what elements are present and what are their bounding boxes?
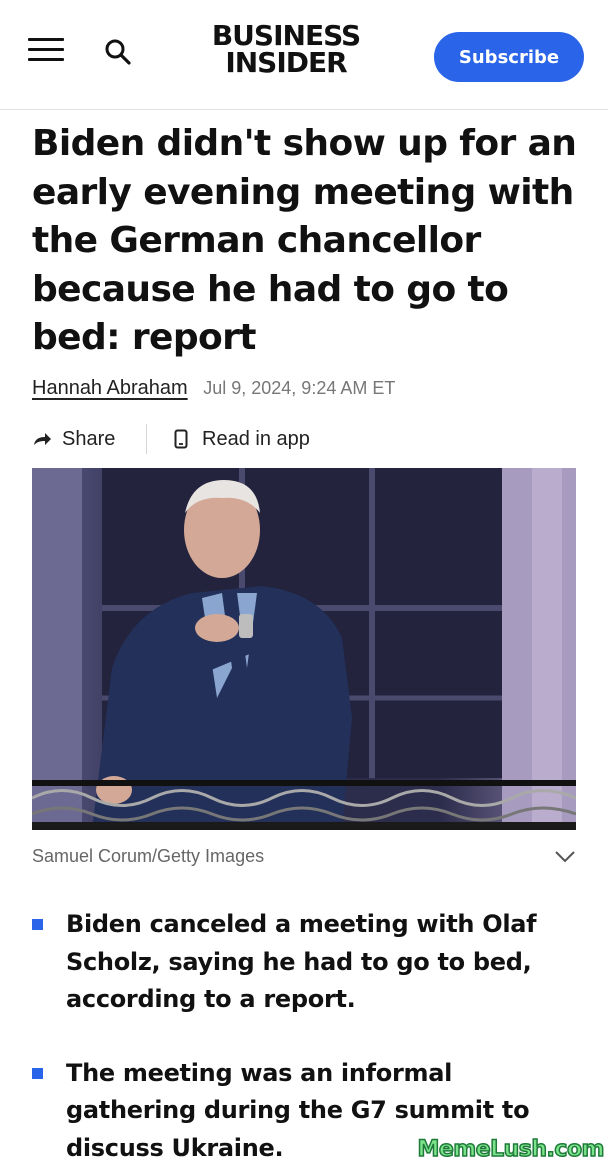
author-link[interactable]: Hannah Abraham [32, 377, 188, 399]
share-row: Share Read in app [32, 424, 580, 454]
logo-line-2: INSIDER [225, 46, 347, 79]
menu-icon[interactable] [28, 38, 64, 62]
search-icon[interactable] [104, 38, 132, 66]
bullet-square-icon [32, 919, 43, 930]
byline: Hannah Abraham Jul 9, 2024, 9:24 AM ET [32, 377, 580, 403]
photo-credit: Samuel Corum/Getty Images [32, 846, 265, 866]
bullet-square-icon [32, 1067, 43, 1079]
key-points-list: Biden canceled a meeting with Olaf Schol… [32, 906, 580, 1167]
site-header: BUSINESS INSIDER Subscribe [0, 0, 608, 110]
photo-credit-row: Samuel Corum/Getty Images [32, 846, 576, 874]
logo-line-1: BUSINESS [211, 19, 361, 52]
key-point-text: Biden canceled a meeting with Olaf Schol… [66, 910, 537, 1013]
watermark: MemeLush.com [417, 1136, 606, 1163]
article-photo[interactable] [32, 468, 576, 830]
chevron-down-icon[interactable] [554, 850, 576, 864]
article-headline: Biden didn't show up for an early evenin… [32, 123, 577, 358]
share-label: Share [62, 427, 116, 450]
read-in-app-button[interactable]: Read in app [174, 424, 310, 454]
key-point: Biden canceled a meeting with Olaf Schol… [32, 906, 580, 1019]
read-in-app-label: Read in app [202, 427, 310, 450]
site-logo[interactable]: BUSINESS INSIDER [196, 19, 376, 79]
phone-icon [174, 429, 188, 449]
subscribe-button[interactable]: Subscribe [434, 32, 584, 82]
photo-illustration [32, 468, 576, 830]
divider [146, 424, 147, 454]
share-arrow-icon [34, 433, 51, 445]
share-button[interactable]: Share [32, 424, 115, 454]
publish-date: Jul 9, 2024, 9:24 AM ET [203, 378, 396, 398]
